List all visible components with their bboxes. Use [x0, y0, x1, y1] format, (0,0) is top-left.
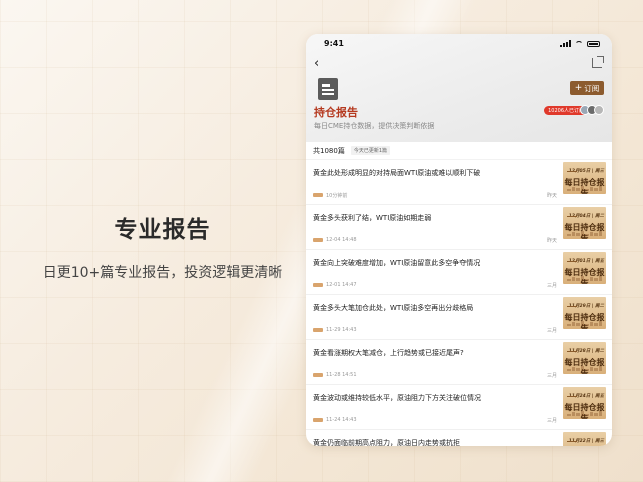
article-thumbnail: 11月22日 | 周三 每日持仓报告 [563, 432, 606, 446]
list-item[interactable]: 黄金多头大笔加仓此处，WTI原油多空再出分歧格局 11-29 14:43 三月 … [306, 295, 612, 340]
status-icons [560, 40, 600, 47]
subscriber-avatars [580, 105, 604, 115]
thumbnail-chart [567, 231, 602, 236]
thumbnail-chart [567, 411, 602, 416]
article-thumbnail: 11月29日 | 周二 每日持仓报告 [563, 297, 606, 329]
status-time: 9:41 [324, 39, 344, 48]
article-thumbnail: 12月05日 | 周三 每日持仓报告 [563, 162, 606, 194]
list-item[interactable]: 黄金看涨期权大笔减仓，上行趋势或已接近尾声? 11-28 14:51 三月 11… [306, 340, 612, 385]
back-icon[interactable]: ‹ [314, 57, 326, 70]
wifi-icon [575, 40, 583, 47]
phone-screen: 9:41 ‹ 持仓报告 每日CME持仓数据，提供决策判断依据 + 订阅 1020… [306, 34, 612, 446]
article-tag [313, 193, 323, 197]
article-weekday: 三月 [546, 417, 557, 424]
article-weekday: 三月 [546, 282, 557, 289]
subscribe-label: 订阅 [584, 83, 600, 93]
signal-icon [560, 40, 571, 47]
article-weekday: 三月 [546, 372, 557, 379]
article-title: 黄金看涨期权大笔减仓，上行趋势或已接近尾声? [313, 349, 464, 357]
article-title: 黄金多头大笔加仓此处，WTI原油多空再出分歧格局 [313, 304, 474, 312]
thumbnail-chart [567, 366, 602, 371]
article-date: 12-04 14:48 [326, 236, 357, 243]
report-title: 持仓报告 [314, 106, 358, 119]
article-thumbnail: 12月01日 | 周五 每日持仓报告 [563, 252, 606, 284]
article-title: 黄金多头获利了结，WTI原油如期走弱 [313, 214, 432, 222]
subscribe-button[interactable]: + 订阅 [570, 81, 604, 95]
article-date: 10分钟前 [326, 192, 348, 199]
article-count: 共1080篇 [313, 146, 345, 155]
avatar [594, 105, 604, 115]
promo-subtitle: 日更10+篇专业报告，投资逻辑更清晰 [42, 265, 283, 281]
promo-title: 专业报告 [114, 216, 211, 243]
list-item[interactable]: 黄金波动或维持较低水平，原油阻力下方关注破位情况 11-24 14:43 三月 … [306, 385, 612, 430]
article-date: 11-24 14:43 [326, 416, 357, 423]
article-thumbnail: 11月24日 | 周五 每日持仓报告 [563, 387, 606, 419]
thumbnail-date: 11月28日 | 周二 [563, 348, 604, 354]
article-tag [313, 373, 323, 377]
share-icon[interactable] [592, 56, 604, 68]
thumbnail-date: 12月05日 | 周三 [563, 168, 604, 174]
article-thumbnail: 11月28日 | 周二 每日持仓报告 [563, 342, 606, 374]
article-weekday: 昨天 [546, 192, 557, 199]
article-thumbnail: 12月04日 | 周二 每日持仓报告 [563, 207, 606, 239]
thumbnail-chart [567, 276, 602, 281]
article-weekday: 昨天 [546, 237, 557, 244]
article-title: 黄金波动或维持较低水平，原油阻力下方关注破位情况 [313, 394, 481, 402]
article-title: 黄金此处形成明显的对持局面WTI原油或难以顺利下破 [313, 169, 481, 177]
list-header: 共1080篇 今天已更新1篇 [306, 142, 612, 160]
report-logo-icon [318, 78, 338, 100]
thumbnail-chart [567, 186, 602, 191]
article-list: 黄金此处形成明显的对持局面WTI原油或难以顺利下破 10分钟前 昨天 12月05… [306, 160, 612, 446]
article-weekday: 三月 [546, 327, 557, 334]
report-header: 9:41 ‹ 持仓报告 每日CME持仓数据，提供决策判断依据 + 订阅 1020… [306, 34, 612, 142]
thumbnail-date: 11月24日 | 周五 [563, 393, 604, 399]
thumbnail-date: 12月04日 | 周二 [563, 213, 604, 219]
thumbnail-date: 11月22日 | 周三 [563, 438, 604, 444]
battery-icon [587, 40, 600, 47]
article-date: 12-01 14:47 [326, 281, 357, 288]
status-bar: 9:41 [306, 39, 612, 51]
article-date: 11-29 14:43 [326, 326, 357, 333]
list-item[interactable]: 黄金此处形成明显的对持局面WTI原油或难以顺利下破 10分钟前 昨天 12月05… [306, 160, 612, 205]
plus-icon: + [574, 82, 583, 93]
thumbnail-date: 12月01日 | 周五 [563, 258, 604, 264]
article-tag [313, 238, 323, 242]
list-item[interactable]: 黄金仍面临前期高点阻力，原油日内走势或抗拒 11月22日 | 周三 每日持仓报告 [306, 430, 612, 446]
thumbnail-date: 11月29日 | 周二 [563, 303, 604, 309]
list-item[interactable]: 黄金多头获利了结，WTI原油如期走弱 12-04 14:48 昨天 12月04日… [306, 205, 612, 250]
article-title: 黄金仍面临前期高点阻力，原油日内走势或抗拒 [313, 439, 460, 446]
list-item[interactable]: 黄金向上突破难度增加，WTI原油留意此多空争夺情况 12-01 14:47 三月… [306, 250, 612, 295]
article-tag [313, 283, 323, 287]
article-tag [313, 418, 323, 422]
article-tag [313, 328, 323, 332]
thumbnail-chart [567, 321, 602, 326]
article-date: 11-28 14:51 [326, 371, 357, 378]
promo-section: 专业报告 日更10+篇专业报告，投资逻辑更清晰 [0, 210, 325, 282]
update-badge: 今天已更新1篇 [350, 146, 391, 155]
report-description: 每日CME持仓数据，提供决策判断依据 [314, 122, 435, 130]
article-title: 黄金向上突破难度增加，WTI原油留意此多空争夺情况 [313, 259, 481, 267]
